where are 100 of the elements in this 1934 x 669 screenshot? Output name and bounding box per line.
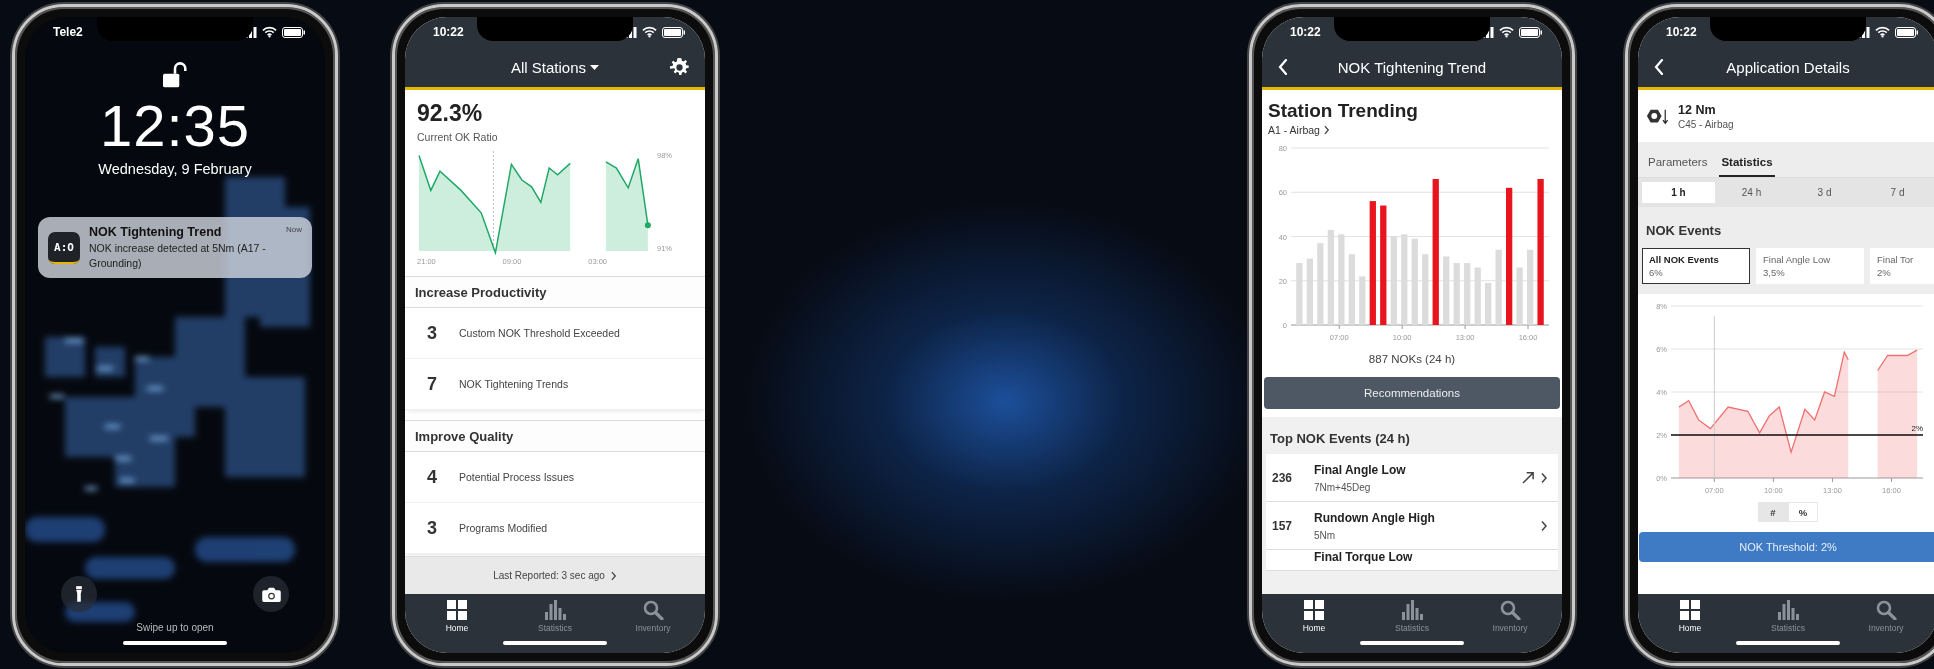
screen-title: Application Details [1725,58,1851,76]
chevron-left-icon [1278,59,1288,75]
grid-icon [446,600,468,620]
card-title: All NOK Events [1649,254,1720,265]
section-heading: Top NOK Events (24 h) [1269,430,1411,448]
tab-bar-item[interactable]: Inventory [613,600,693,633]
nut-arrow-icon [1646,107,1668,125]
item-count: 3 [427,517,438,539]
recommendations-button[interactable]: Recommendations [1264,377,1560,409]
tab-bar-item[interactable]: Inventory [1470,600,1550,633]
period-option[interactable]: 3 d [1788,182,1861,203]
tab-bar-item[interactable]: Home [1650,600,1730,633]
battery-icon [1895,26,1918,38]
clock-time: 12:35 [99,92,251,159]
search-icon [1875,600,1897,620]
threshold-button[interactable]: NOK Threshold: 2% [1639,532,1934,562]
period-option[interactable]: 1 h [1642,182,1715,203]
carrier-name: Tele2 [53,25,83,39]
last-reported-link[interactable]: Last Reported: 3 sec ago [405,556,705,594]
status-time: 10:22 [1290,25,1321,39]
event-card[interactable]: All NOK Events 6% [1642,248,1750,284]
card-value: 6% [1649,267,1664,278]
event-count: 236 [1271,470,1294,485]
event-detail: 7Nm+45Deg [1314,481,1372,493]
event-row[interactable]: 157 Rundown Angle High 5Nm [1266,502,1558,550]
list-item[interactable]: 4 Potential Process Issues [405,452,705,503]
wifi-icon [1499,26,1514,38]
station-link[interactable]: A1 - Airbag [1262,122,1336,138]
event-card[interactable]: Final Tor 2% [1870,248,1934,284]
event-name: Final Angle Low [1314,462,1407,477]
bar [1485,282,1492,325]
ok-ratio-label: Current OK Ratio [417,131,499,143]
bar-chart-icon [1777,600,1799,620]
tab-bar-item[interactable]: Home [417,600,497,633]
section-heading: Improve Quality [405,421,705,452]
threshold-label: 2% [1911,424,1923,433]
period-option[interactable]: 7 d [1861,182,1934,203]
event-row[interactable]: Final Torque Low [1266,550,1558,571]
event-count: 157 [1271,518,1294,533]
tab-bar-item[interactable]: Statistics [515,600,595,633]
tab[interactable]: Parameters [1646,152,1710,177]
notification-body: NOK increase detected at 5Nm (A17 - Grounding) [89,241,267,271]
item-label: NOK Tightening Trends [459,378,569,390]
item-label: Custom NOK Threshold Exceeded [459,327,620,339]
settings-icon [670,57,689,77]
status-time: 10:22 [433,25,464,39]
list-item[interactable]: 3 Programs Modified [405,503,705,554]
wifi-icon [642,26,657,38]
list-item[interactable]: 7 NOK Tightening Trends [405,359,705,410]
clock-date: Wednesday, 9 February [98,161,252,177]
page-title: Station Trending [1268,100,1419,122]
application-name: C45 - Airbag [1678,118,1734,130]
swipe-hint: Swipe up to open [136,622,214,633]
app-icon: A:O [48,231,80,264]
event-name: Final Torque Low [1314,550,1414,564]
camera-icon [261,586,281,602]
unlocked-padlock-icon [163,61,187,88]
unit-toggle[interactable]: # [1758,502,1788,522]
bar-chart-icon [1401,600,1423,620]
card-title: Final Angle Low [1763,254,1832,265]
card-value: 3,5% [1763,267,1786,278]
station-dropdown[interactable]: All Stations [455,58,655,76]
search-icon [642,600,664,620]
chevron-right-icon [1323,125,1330,135]
section-heading: Increase Productivity [405,277,705,308]
item-count: 4 [427,466,438,488]
nok-total: 887 NOKs (24 h) [1367,353,1457,365]
chevron-right-icon [1541,519,1548,532]
tab-bar-item[interactable]: Inventory [1846,600,1926,633]
grid-icon [1303,600,1325,620]
unit-toggle[interactable]: % [1788,502,1818,522]
list-item[interactable]: 3 Custom NOK Threshold Exceeded [405,308,705,359]
item-count: 3 [427,322,438,344]
event-card[interactable]: Final Angle Low 3,5% [1756,248,1864,284]
chevron-right-icon [610,570,617,581]
screen-title: NOK Tightening Trend [1336,58,1488,76]
item-label: Potential Process Issues [459,471,574,483]
tab-bar-item[interactable]: Home [1274,600,1354,633]
status-time: 10:22 [1666,25,1697,39]
item-count: 7 [427,373,438,395]
notification-card[interactable]: A:O NOK Tightening Trend Now NOK increase detected at 5Nm (A17 - Grounding) [38,217,312,279]
chevron-left-icon [1654,59,1664,75]
torque-value: 12 Nm [1678,102,1717,117]
period-option[interactable]: 24 h [1715,182,1788,203]
tab-bar-item[interactable]: Statistics [1748,600,1828,633]
bar-chart-icon [544,600,566,620]
event-name: Rundown Angle High [1314,510,1436,525]
tab-bar-item[interactable]: Statistics [1372,600,1452,633]
event-row[interactable]: 236 Final Angle Low 7Nm+45Deg [1266,454,1558,502]
back-button[interactable] [1276,57,1290,77]
battery-icon [662,26,685,38]
back-button[interactable] [1652,57,1666,77]
notification-title: NOK Tightening Trend [89,225,222,239]
notification-time: Now [286,225,302,236]
flashlight-icon [74,585,84,603]
grid-icon [1679,600,1701,620]
section-heading: NOK Events [1645,222,1723,240]
chevron-right-icon [1541,471,1548,484]
ok-ratio-value: 92.3% [417,100,484,127]
card-value: 2% [1877,267,1892,278]
